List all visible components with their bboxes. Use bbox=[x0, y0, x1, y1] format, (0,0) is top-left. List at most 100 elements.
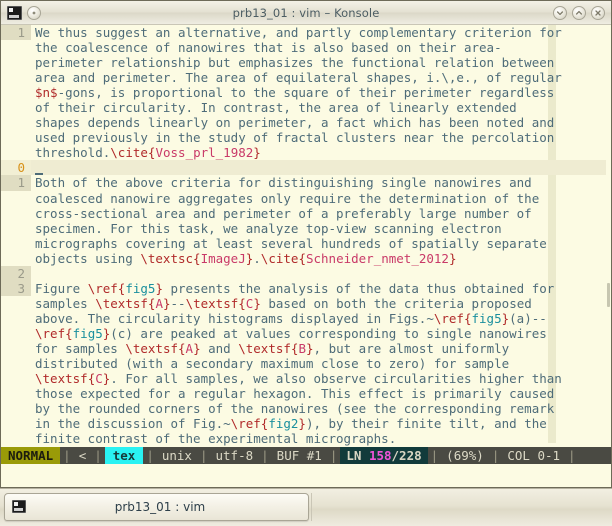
text-span-plain: micrographs covering at least several hu… bbox=[35, 235, 547, 251]
window-titlebar[interactable]: prb13_01 : vim – Konsole bbox=[1, 1, 611, 25]
taskbar-item-vim[interactable]: prb13_01 : vim bbox=[4, 492, 309, 521]
text-span-kw: \textsf bbox=[95, 295, 148, 311]
editor-line[interactable]: \ref{fig5}(c) are peaked at values corre… bbox=[1, 326, 611, 341]
text-span-arg: A bbox=[185, 340, 194, 356]
line-text bbox=[31, 160, 611, 176]
desktop: prb13_01 : vim – Konsole 1 We thus sugges… bbox=[0, 0, 612, 526]
taskbar: prb13_01 : vim bbox=[0, 488, 612, 526]
editor-line[interactable]: the coalescence of nanowires that is als… bbox=[1, 40, 611, 55]
status-sep-6: | bbox=[326, 447, 341, 464]
vim-text-area[interactable]: 1 We thus suggest an alternative, and par… bbox=[1, 25, 611, 446]
text-span-plain: cross-sectional area and perimeter of a … bbox=[35, 205, 532, 221]
status-sep-9: | bbox=[565, 447, 579, 464]
scrollbar-thumb[interactable] bbox=[607, 283, 610, 307]
editor-line[interactable]: used previously in the study of fractal … bbox=[1, 130, 611, 145]
vertical-scrollbar[interactable] bbox=[606, 25, 611, 443]
terminal-blank-area bbox=[1, 464, 611, 487]
line-text: micrographs covering at least several hu… bbox=[31, 236, 611, 251]
status-mode: NORMAL bbox=[1, 447, 61, 464]
editor-line[interactable]: 1 Both of the above criteria for distingu… bbox=[1, 175, 611, 191]
editor-line[interactable]: of their circularity. In contrast, the a… bbox=[1, 100, 611, 115]
vim-status-line: NORMAL | < | tex | unix | utf-8 | BUF #1… bbox=[1, 447, 611, 464]
editor-line[interactable]: cross-sectional area and perimeter of a … bbox=[1, 206, 611, 221]
text-span-brc: { bbox=[298, 250, 306, 266]
terminal-content[interactable]: 1 We thus suggest an alternative, and par… bbox=[1, 25, 611, 487]
titlebar-left-controls bbox=[5, 5, 41, 20]
status-sep-2: | bbox=[91, 447, 105, 464]
editor-line[interactable]: perimeter relationship but emphasizes th… bbox=[1, 55, 611, 70]
text-span-arg: C bbox=[95, 371, 103, 387]
text-span-plain: used previously in the study of fractal … bbox=[35, 130, 555, 146]
line-text: We thus suggest an alternative, and part… bbox=[31, 25, 611, 40]
line-text: \textsf{C}. For all samples, we also obs… bbox=[31, 371, 611, 386]
editor-line[interactable]: for samples \textsf{A} and \textsf{B}, b… bbox=[1, 341, 611, 356]
editor-line[interactable]: finite contrast of the experimental micr… bbox=[1, 431, 611, 446]
text-span-arg2: fig5 bbox=[72, 325, 103, 341]
editor-line[interactable]: shapes depends linearly on perimeter, a … bbox=[1, 115, 611, 130]
text-span-plain: . bbox=[253, 250, 261, 266]
line-text: specimen. For this task, we analyze top-… bbox=[31, 221, 611, 236]
text-span-arg: A bbox=[155, 295, 163, 311]
editor-line[interactable]: above. The circularity histograms displa… bbox=[1, 311, 611, 326]
editor-line[interactable]: 1 We thus suggest an alternative, and par… bbox=[1, 25, 611, 41]
shade-button[interactable] bbox=[27, 5, 41, 20]
text-span-kw: $n$ bbox=[35, 85, 58, 101]
text-span-plain: of their circularity. In contrast, the a… bbox=[35, 100, 517, 116]
editor-line[interactable]: 2 bbox=[1, 265, 611, 281]
editor-line[interactable]: threshold.\cite{Voss_prl_1982} bbox=[1, 145, 611, 160]
editor-line[interactable]: objects using \textsc{ImageJ}.\cite{Schn… bbox=[1, 251, 611, 266]
editor-line[interactable]: \textsf{C}. For all samples, we also obs… bbox=[1, 371, 611, 386]
line-text: \ref{fig5}(c) are peaked at values corre… bbox=[31, 326, 611, 341]
text-span-kw: \cite bbox=[260, 250, 299, 266]
text-span-arg2: fig2 bbox=[268, 416, 299, 432]
line-number: 0 bbox=[1, 160, 31, 176]
editor-line[interactable]: those expected for a regular hexagon. Th… bbox=[1, 386, 611, 401]
text-span-kw: \textsf bbox=[125, 340, 178, 356]
status-sep-3: | bbox=[143, 447, 157, 464]
status-fileformat: unix bbox=[156, 447, 197, 464]
editor-line[interactable]: samples \textsf{A}--\textsf{C} based on … bbox=[1, 296, 611, 311]
editor-line[interactable]: area and perimeter. The area of equilate… bbox=[1, 70, 611, 85]
terminal-icon bbox=[12, 500, 26, 513]
text-span-kw: \textsf bbox=[35, 371, 88, 387]
text-span-plain: Both of the above criteria for distingui… bbox=[35, 175, 532, 191]
line-text: for samples \textsf{A} and \textsf{B}, b… bbox=[31, 341, 611, 356]
editor-line[interactable]: 3 Figure \ref{fig5} presents the analysis… bbox=[1, 280, 611, 296]
text-span-brc: } bbox=[448, 250, 457, 266]
editor-line[interactable]: coalesced nanowire aggregates only requi… bbox=[1, 191, 611, 206]
editor-line[interactable]: micrographs covering at least several hu… bbox=[1, 236, 611, 251]
text-span-arg: Voss_prl_1982 bbox=[155, 145, 254, 161]
line-text: threshold.\cite{Voss_prl_1982} bbox=[31, 145, 611, 160]
editor-line[interactable]: distributed (with a secondary maximum cl… bbox=[1, 356, 611, 371]
line-text: the coalescence of nanowires that is als… bbox=[31, 40, 611, 55]
close-button[interactable] bbox=[591, 5, 605, 20]
status-buffer: BUF #1 bbox=[271, 447, 327, 464]
maximize-button[interactable] bbox=[572, 5, 586, 20]
editor-line[interactable]: specimen. For this task, we analyze top-… bbox=[1, 221, 611, 236]
editor-line[interactable]: $n$-gons, is proportional to the square … bbox=[1, 85, 611, 100]
status-encoding: utf-8 bbox=[210, 447, 259, 464]
text-span-arg: Schneider_nmet_2012 bbox=[305, 250, 449, 266]
status-percent: (69%) bbox=[441, 447, 489, 464]
minimize-button[interactable] bbox=[553, 5, 567, 20]
editor-line[interactable]: in the discussion of Fig.~\ref{fig2}), b… bbox=[1, 416, 611, 431]
text-span-brc: } bbox=[155, 280, 163, 296]
text-span-plain: Figure bbox=[35, 280, 88, 296]
text-span-plain: finite contrast of the experimental micr… bbox=[35, 431, 397, 447]
line-text: perimeter relationship but emphasizes th… bbox=[31, 55, 611, 70]
editor-line[interactable]: by the rounded corners of the nanowires … bbox=[1, 401, 611, 416]
line-text: finite contrast of the experimental micr… bbox=[31, 431, 611, 446]
text-span-arg2: fig5 bbox=[471, 310, 502, 326]
line-number: 3 bbox=[1, 280, 31, 296]
text-span-kw: \textsf bbox=[238, 340, 291, 356]
text-span-plain: samples bbox=[35, 295, 96, 311]
text-span-plain: based on both the criteria proposed bbox=[260, 295, 532, 311]
text-span-arg: B bbox=[298, 340, 306, 356]
text-cursor bbox=[35, 160, 43, 176]
text-span-kw: \ref bbox=[433, 310, 464, 326]
status-sep-7: | bbox=[427, 447, 442, 464]
text-span-brc: } bbox=[298, 416, 306, 432]
line-text: of their circularity. In contrast, the a… bbox=[31, 100, 611, 115]
editor-line[interactable]: 0 bbox=[1, 160, 611, 176]
line-text: in the discussion of Fig.~\ref{fig2}), b… bbox=[31, 416, 611, 431]
